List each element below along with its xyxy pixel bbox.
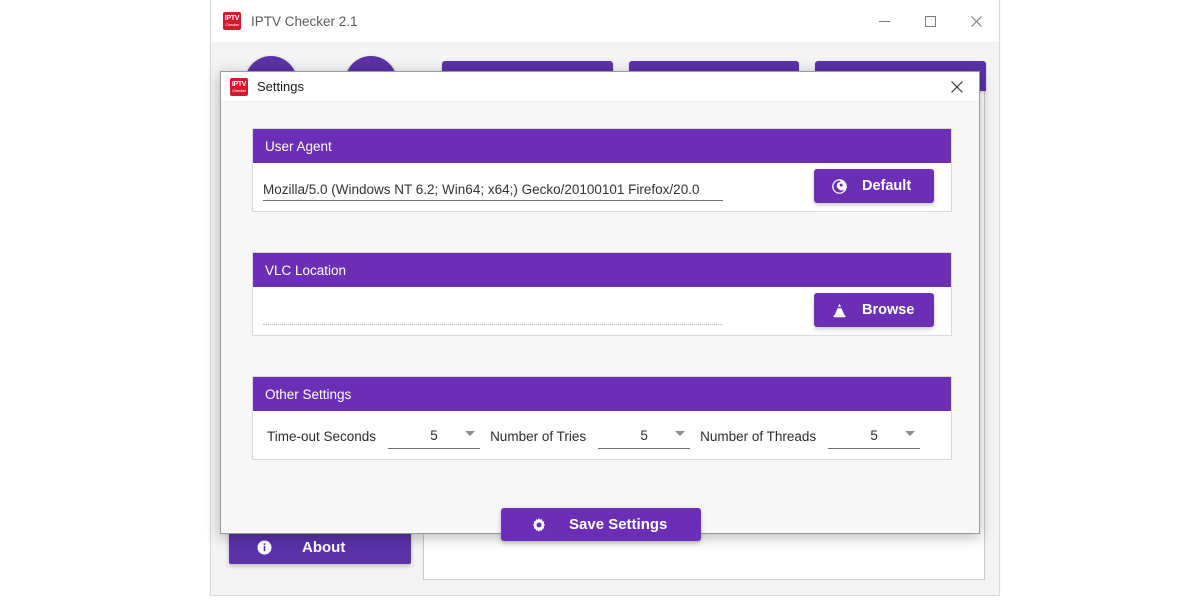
chevron-down-icon (905, 431, 916, 436)
window-controls (861, 0, 999, 42)
logo-line-1: IPTV (231, 80, 247, 88)
vlc-location-group-header: VLC Location (253, 253, 951, 287)
user-agent-group-body: Mozilla/5.0 (Windows NT 6.2; Win64; x64;… (253, 163, 951, 213)
user-agent-group-title: User Agent (265, 138, 332, 154)
number-of-tries-label: Number of Tries (490, 428, 587, 444)
logo-line-2: Checker (232, 87, 246, 93)
vlc-location-input[interactable] (263, 297, 723, 325)
save-settings-button-label: Save Settings (569, 516, 668, 533)
settings-dialog-title: Settings (257, 79, 304, 94)
settings-dialog-titlebar: IPTV Checker Settings (221, 72, 979, 102)
main-window-titlebar: IPTV Checker IPTV Checker 2.1 (211, 0, 999, 42)
user-agent-input[interactable]: Mozilla/5.0 (Windows NT 6.2; Win64; x64;… (263, 173, 723, 201)
settings-dialog-body: User Agent Mozilla/5.0 (Windows NT 6.2; … (221, 102, 979, 541)
user-agent-input-value: Mozilla/5.0 (Windows NT 6.2; Win64; x64;… (263, 182, 723, 201)
about-button-label: About (302, 539, 346, 556)
logo-line-2: Checker (225, 22, 239, 27)
number-of-threads-value: 5 (870, 428, 878, 443)
other-settings-group-title: Other Settings (265, 386, 352, 402)
main-window-title: IPTV Checker 2.1 (251, 13, 358, 29)
number-of-tries-value: 5 (640, 428, 648, 443)
browse-vlc-button-label: Browse (862, 302, 915, 318)
vlc-location-input-value (263, 306, 723, 325)
timeout-seconds-value: 5 (430, 428, 438, 443)
iptv-checker-logo-icon: IPTV Checker (230, 77, 248, 96)
settings-dialog: IPTV Checker Settings User Agent Mozilla… (220, 71, 980, 541)
other-settings-row: Time-out Seconds 5 Number of Tries 5 Num… (253, 411, 951, 461)
browse-vlc-button[interactable]: Browse (814, 293, 934, 327)
vlc-location-group-title: VLC Location (265, 262, 347, 278)
minimize-icon[interactable] (861, 0, 907, 42)
iptv-checker-logo-icon: IPTV Checker (223, 12, 241, 30)
logo-line-1: IPTV (224, 15, 240, 22)
other-settings-group-body: Time-out Seconds 5 Number of Tries 5 Num… (253, 411, 951, 461)
close-icon[interactable] (953, 0, 999, 42)
close-icon[interactable] (935, 72, 979, 102)
info-circle-icon (257, 540, 272, 555)
user-agent-group: User Agent Mozilla/5.0 (Windows NT 6.2; … (252, 128, 952, 212)
other-settings-group: Other Settings Time-out Seconds 5 Number… (252, 376, 952, 460)
user-agent-group-header: User Agent (253, 129, 951, 163)
vlc-cone-icon (830, 302, 848, 319)
about-button[interactable]: About (229, 531, 411, 564)
other-settings-group-header: Other Settings (253, 377, 951, 411)
vlc-location-group-body: Browse (253, 287, 951, 337)
number-of-threads-dropdown[interactable]: 5 (828, 423, 921, 449)
timeout-seconds-label: Time-out Seconds (267, 428, 377, 444)
firefox-icon (830, 178, 848, 195)
maximize-icon[interactable] (907, 0, 953, 42)
save-settings-button[interactable]: Save Settings (501, 508, 701, 541)
number-of-tries-dropdown[interactable]: 5 (598, 423, 691, 449)
chevron-down-icon (675, 431, 686, 436)
gear-icon (531, 517, 547, 533)
default-user-agent-button-label: Default (862, 178, 912, 194)
number-of-threads-label: Number of Threads (700, 428, 817, 444)
chevron-down-icon (465, 431, 476, 436)
desktop-background: IPTV Checker IPTV Checker 2.1 About IPTV… (0, 0, 1200, 600)
vlc-location-group: VLC Location Browse (252, 252, 952, 336)
default-user-agent-button[interactable]: Default (814, 169, 934, 203)
timeout-seconds-dropdown[interactable]: 5 (388, 423, 481, 449)
